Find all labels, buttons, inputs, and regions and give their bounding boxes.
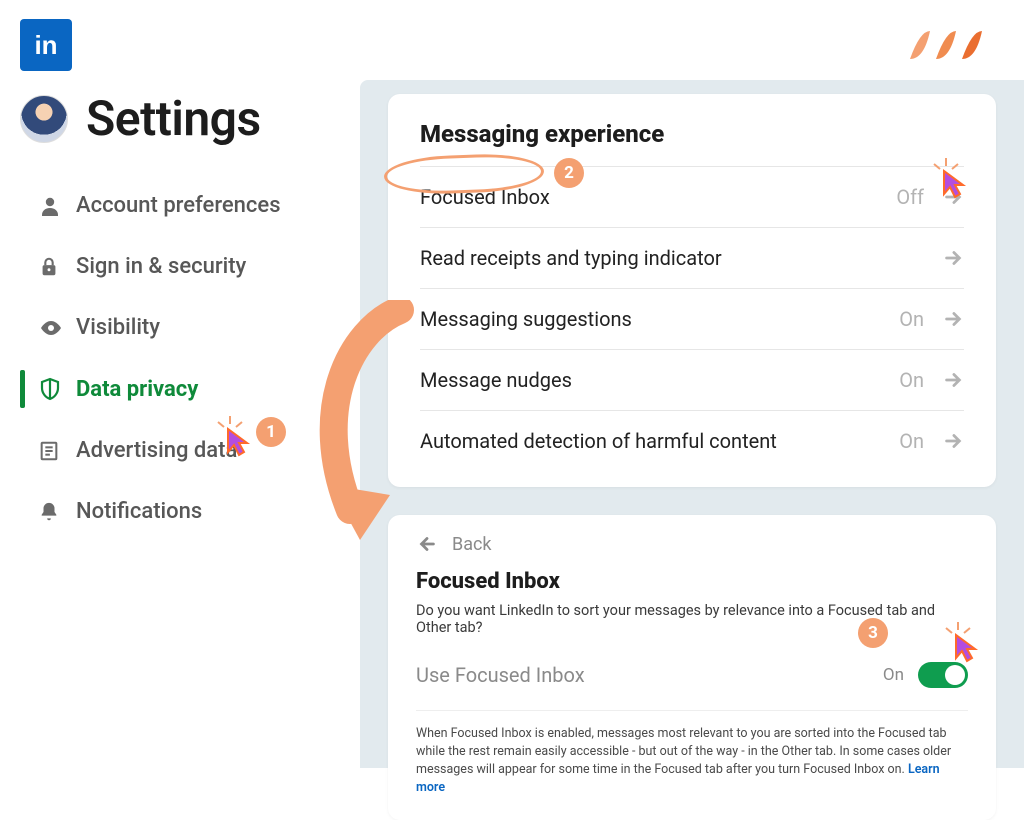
- card-title: Messaging experience: [420, 120, 964, 148]
- avatar[interactable]: [20, 95, 68, 143]
- sidebar-item-visibility[interactable]: Visibility: [20, 297, 360, 358]
- row-focused-inbox[interactable]: Focused Inbox Off: [420, 166, 964, 227]
- detail-title: Focused Inbox: [416, 569, 968, 594]
- shield-icon: [38, 376, 76, 402]
- row-label: Automated detection of harmful content: [420, 429, 777, 453]
- document-icon: [38, 439, 76, 463]
- back-button[interactable]: Back: [416, 533, 968, 555]
- main-panel: Messaging experience Focused Inbox Off R…: [360, 80, 1024, 768]
- sidebar-item-label: Sign in & security: [76, 254, 246, 279]
- sidebar-item-sign-in-security[interactable]: Sign in & security: [20, 236, 360, 297]
- brand-logo: [906, 25, 1006, 65]
- bell-icon: [38, 500, 76, 524]
- chevron-right-icon: [942, 247, 964, 269]
- row-messaging-suggestions[interactable]: Messaging suggestions On: [420, 288, 964, 349]
- detail-note: When Focused Inbox is enabled, messages …: [416, 710, 968, 798]
- chevron-right-icon: [942, 369, 964, 391]
- chevron-right-icon: [942, 430, 964, 452]
- row-value: On: [899, 307, 924, 331]
- back-label: Back: [452, 534, 492, 555]
- focused-inbox-detail-card: Back Focused Inbox Do you want LinkedIn …: [388, 515, 996, 820]
- sidebar-item-label: Data privacy: [76, 377, 198, 402]
- arrow-left-icon: [416, 533, 438, 555]
- linkedin-logo[interactable]: in: [20, 19, 72, 71]
- chevron-right-icon: [942, 308, 964, 330]
- sidebar-item-data-privacy[interactable]: Data privacy: [20, 358, 360, 420]
- sidebar-item-advertising-data[interactable]: Advertising data: [20, 420, 360, 481]
- person-icon: [38, 194, 76, 218]
- page-title: Settings: [86, 90, 261, 147]
- row-label: Messaging suggestions: [420, 307, 632, 331]
- row-label: Message nudges: [420, 368, 572, 392]
- toggle-state: On: [883, 665, 904, 685]
- row-label: Read receipts and typing indicator: [420, 246, 722, 270]
- sidebar-item-notifications[interactable]: Notifications: [20, 481, 360, 542]
- row-value: On: [899, 429, 924, 453]
- row-read-receipts[interactable]: Read receipts and typing indicator: [420, 227, 964, 288]
- settings-sidebar: Settings Account preferences Sign in & s…: [0, 80, 360, 768]
- sidebar-item-label: Notifications: [76, 499, 202, 524]
- eye-icon: [38, 316, 76, 340]
- messaging-experience-card: Messaging experience Focused Inbox Off R…: [388, 94, 996, 487]
- toggle-label: Use Focused Inbox: [416, 663, 585, 687]
- sidebar-item-account-preferences[interactable]: Account preferences: [20, 175, 360, 236]
- lock-icon: [38, 255, 76, 279]
- row-value: On: [899, 368, 924, 392]
- detail-subtitle: Do you want LinkedIn to sort your messag…: [416, 602, 968, 636]
- focused-inbox-toggle[interactable]: [918, 662, 968, 688]
- sidebar-item-label: Account preferences: [76, 193, 281, 218]
- row-label: Focused Inbox: [420, 185, 550, 209]
- sidebar-item-label: Advertising data: [76, 438, 237, 463]
- chevron-right-icon: [942, 186, 964, 208]
- row-value: Off: [896, 185, 924, 209]
- row-automated-detection[interactable]: Automated detection of harmful content O…: [420, 410, 964, 471]
- sidebar-item-label: Visibility: [76, 315, 160, 340]
- row-message-nudges[interactable]: Message nudges On: [420, 349, 964, 410]
